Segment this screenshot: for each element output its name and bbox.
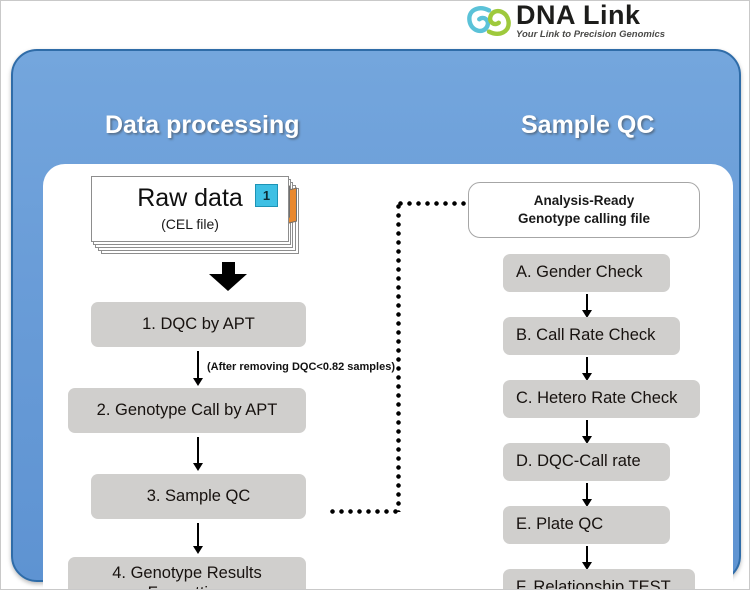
raw-data-stack: Raw data (CEL file) 1: [91, 176, 306, 256]
arrow-check-e-to-f: [580, 546, 594, 570]
analysis-ready-genotype-file-box[interactable]: Analysis-Ready Genotype calling file: [468, 182, 700, 238]
check-box-f-relationship-test[interactable]: F. Relationship TEST: [503, 569, 695, 590]
raw-data-title: Raw data: [137, 184, 243, 212]
step-box-1-dqc-by-apt[interactable]: 1. DQC by APT: [91, 302, 306, 347]
step-box-2-label: 2. Genotype Call by APT: [96, 400, 278, 419]
dotted-connector-vertical-segment: [396, 202, 401, 512]
analysis-ready-line1: Analysis-Ready: [533, 193, 635, 209]
arrow-check-b-to-c: [580, 357, 594, 381]
arrow-check-d-to-e: [580, 483, 594, 507]
check-box-a-gender-check[interactable]: A. Gender Check: [503, 254, 670, 292]
step-box-4-label-line2: Formatting: [148, 584, 227, 590]
check-box-e-plate-qc[interactable]: E. Plate QC: [503, 506, 670, 544]
flowchart-screenshot: DNA Link Your Link to Precision Genomics…: [0, 0, 750, 590]
check-box-f-label: F. Relationship TEST: [516, 578, 671, 590]
check-box-b-call-rate-check[interactable]: B. Call Rate Check: [503, 317, 680, 355]
check-box-c-hetero-rate-check[interactable]: C. Hetero Rate Check: [503, 380, 700, 418]
step-box-4-genotype-results-formatting[interactable]: 4. Genotype Results Formatting: [68, 557, 306, 590]
analysis-ready-line2: Genotype calling file: [517, 211, 651, 226]
step-box-3-label: 3. Sample QC: [146, 486, 251, 505]
check-box-c-label: C. Hetero Rate Check: [516, 389, 678, 408]
check-box-a-label: A. Gender Check: [516, 263, 643, 282]
raw-data-subtitle: (CEL file): [161, 216, 219, 232]
dna-link-logo: DNA Link Your Link to Precision Genomics: [464, 1, 714, 41]
logo-wordmark: DNA Link: [516, 1, 641, 31]
check-box-b-label: B. Call Rate Check: [516, 326, 656, 345]
step-box-2-genotype-call-by-apt[interactable]: 2. Genotype Call by APT: [68, 388, 306, 433]
dotted-connector-bottom-segment: [328, 509, 401, 514]
arrow-check-c-to-d: [580, 420, 594, 444]
arrow-rawdata-to-step1: [208, 262, 248, 291]
dna-link-logo-mark: [467, 6, 511, 36]
dotted-connector-top-segment: [396, 201, 468, 206]
logo-tagline: Your Link to Precision Genomics: [516, 29, 666, 41]
check-box-d-dqc-call-rate[interactable]: D. DQC-Call rate: [503, 443, 670, 481]
stack-tab-number-label: 1: [262, 188, 271, 203]
arrow-step3-to-step4: [191, 523, 205, 554]
step-box-4-label-line1: 4. Genotype Results: [112, 564, 262, 583]
step-box-1-label: 1. DQC by APT: [142, 314, 255, 333]
section-header-data-processing: Data processing: [105, 111, 300, 139]
annotation-dqc-threshold: (After removing DQC<0.82 samples): [207, 361, 395, 373]
step-box-3-sample-qc[interactable]: 3. Sample QC: [91, 474, 306, 519]
check-box-e-label: E. Plate QC: [516, 515, 604, 534]
stack-tab-number-1: 1: [255, 184, 278, 207]
section-header-sample-qc: Sample QC: [521, 111, 655, 139]
arrow-check-a-to-b: [580, 294, 594, 318]
check-box-d-label: D. DQC-Call rate: [516, 452, 641, 471]
white-content-panel: Raw data (CEL file) 1 1. DQC by APT (Aft…: [43, 164, 733, 590]
main-blue-panel: Data processing Sample QC Raw data (CEL …: [11, 49, 741, 589]
arrow-step2-to-step3: [191, 437, 205, 471]
arrow-step1-to-step2: [191, 351, 205, 386]
